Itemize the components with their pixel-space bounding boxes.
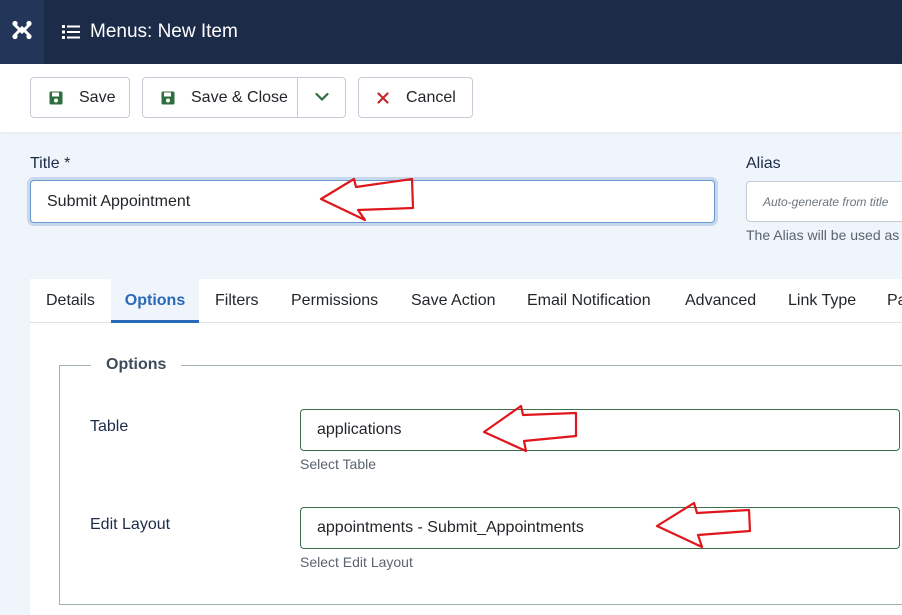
table-select[interactable]: applications <box>300 409 900 451</box>
tab-link-type[interactable]: Link Type <box>788 279 856 323</box>
floppy-disk-icon <box>49 91 63 105</box>
tab-permissions[interactable]: Permissions <box>291 279 378 323</box>
top-header-bar: Menus: New Item <box>0 0 902 64</box>
title-label: Title * <box>30 155 71 172</box>
close-icon <box>377 91 389 104</box>
save-close-button[interactable]: Save & Close <box>143 78 298 117</box>
edit-layout-select[interactable]: appointments - Submit_Appointments <box>300 507 900 549</box>
table-hint: Select Table <box>300 456 377 472</box>
tab-details[interactable]: Details <box>46 279 95 323</box>
save-button[interactable]: Save <box>30 77 130 118</box>
tab-filters[interactable]: Filters <box>215 279 259 323</box>
alias-input[interactable]: Auto-generate from title <box>746 181 902 222</box>
tab-advanced[interactable]: Advanced <box>685 279 756 323</box>
save-close-button-label: Save & Close <box>191 88 288 106</box>
cancel-button-label: Cancel <box>406 88 456 106</box>
alias-label: Alias <box>746 155 781 172</box>
annotation-arrow-icon <box>655 501 752 549</box>
annotation-arrow-icon <box>482 404 578 453</box>
options-legend: Options <box>91 356 182 374</box>
joomla-logo[interactable] <box>0 0 44 64</box>
page-title: Menus: New Item <box>90 21 238 42</box>
cancel-button[interactable]: Cancel <box>358 77 473 118</box>
floppy-disk-icon <box>161 91 175 105</box>
tab-save-action[interactable]: Save Action <box>411 279 496 323</box>
list-icon <box>62 24 80 40</box>
joomla-icon <box>11 19 33 46</box>
edit-layout-label: Edit Layout <box>90 516 171 533</box>
tab-truncated[interactable]: Pa <box>887 279 902 323</box>
save-options-dropdown-toggle[interactable] <box>298 78 345 117</box>
action-toolbar: Save Save & Close Cancel <box>0 64 902 132</box>
options-fieldset: Options <box>59 356 902 605</box>
annotation-arrow-icon <box>319 177 415 222</box>
alias-help-text: The Alias will be used as <box>746 227 900 243</box>
tab-bar: Details Options Filters Permissions Save… <box>30 279 902 323</box>
table-label: Table <box>90 418 129 435</box>
page-title-area: Menus: New Item <box>62 0 238 64</box>
tab-email-notification[interactable]: Email Notification <box>527 279 651 323</box>
options-panel: Options <box>30 323 902 615</box>
tab-options[interactable]: Options <box>111 279 199 323</box>
edit-layout-hint: Select Edit Layout <box>300 554 413 570</box>
save-button-label: Save <box>79 88 116 106</box>
save-close-button-group: Save & Close <box>142 77 346 118</box>
chevron-down-icon <box>314 89 329 107</box>
